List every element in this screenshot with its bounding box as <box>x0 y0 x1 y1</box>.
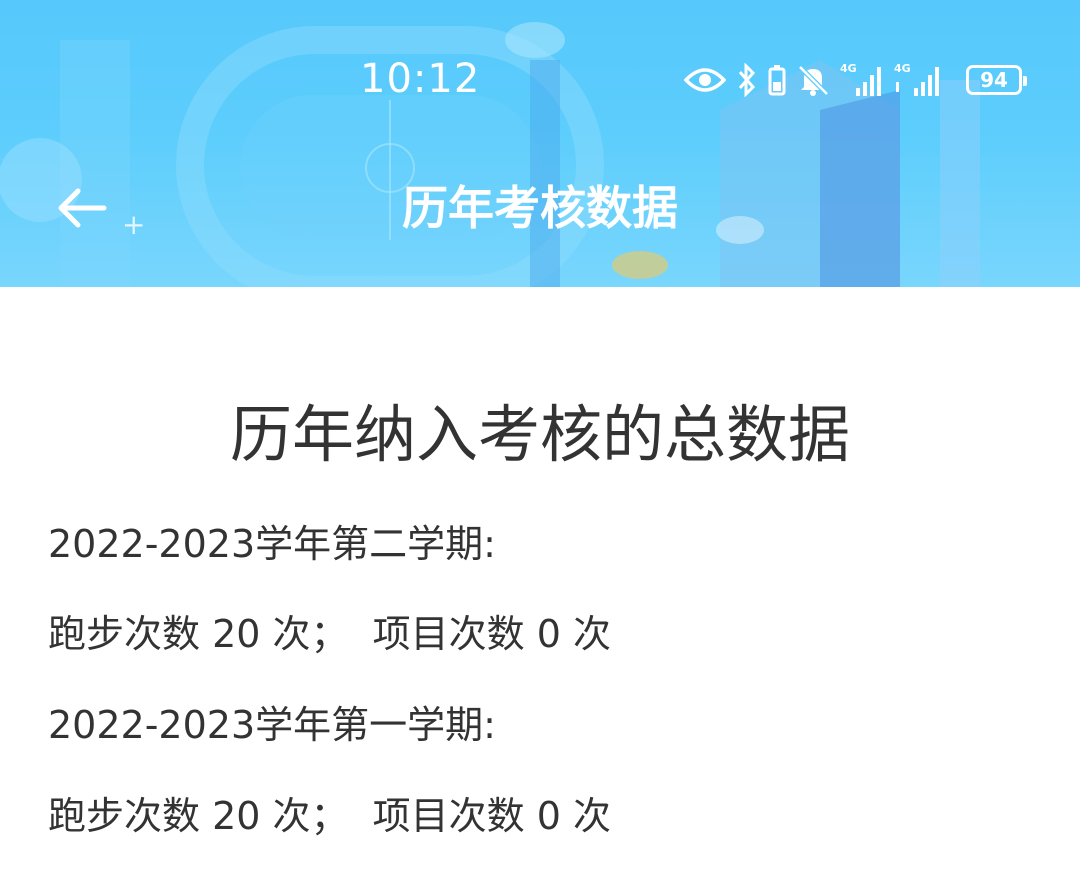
mute-notifications-icon <box>796 63 830 97</box>
bluetooth-icon <box>736 63 758 97</box>
term-label: 2022-2023学年第一学期: <box>48 703 496 747</box>
summary-heading: 历年纳入考核的总数据 <box>229 398 850 471</box>
signal-icon-sim1: 4G <box>840 62 884 98</box>
status-time: 10:12 <box>360 56 481 102</box>
app-header: + 10:12 4G 4G 94 历年考核数据 <box>0 0 1080 287</box>
term-stats: 跑步次数 20 次； 项目次数 0 次 <box>48 612 612 656</box>
signal-icon-sim2: 4G <box>894 62 950 98</box>
status-icons: 4G 4G 94 <box>684 58 1027 102</box>
eye-icon <box>684 66 726 94</box>
battery-level: 94 <box>980 68 1008 92</box>
term-stats: 跑步次数 20 次； 项目次数 0 次 <box>48 794 612 838</box>
battery-saver-icon <box>768 64 786 96</box>
network-type-label: 4G <box>840 62 857 75</box>
battery-icon: 94 <box>966 65 1027 95</box>
network-type-label: 4G <box>894 62 911 75</box>
header-illustration: + <box>0 22 980 287</box>
page-title: 历年考核数据 <box>402 181 678 235</box>
term-label: 2022-2023学年第二学期: <box>48 522 496 566</box>
